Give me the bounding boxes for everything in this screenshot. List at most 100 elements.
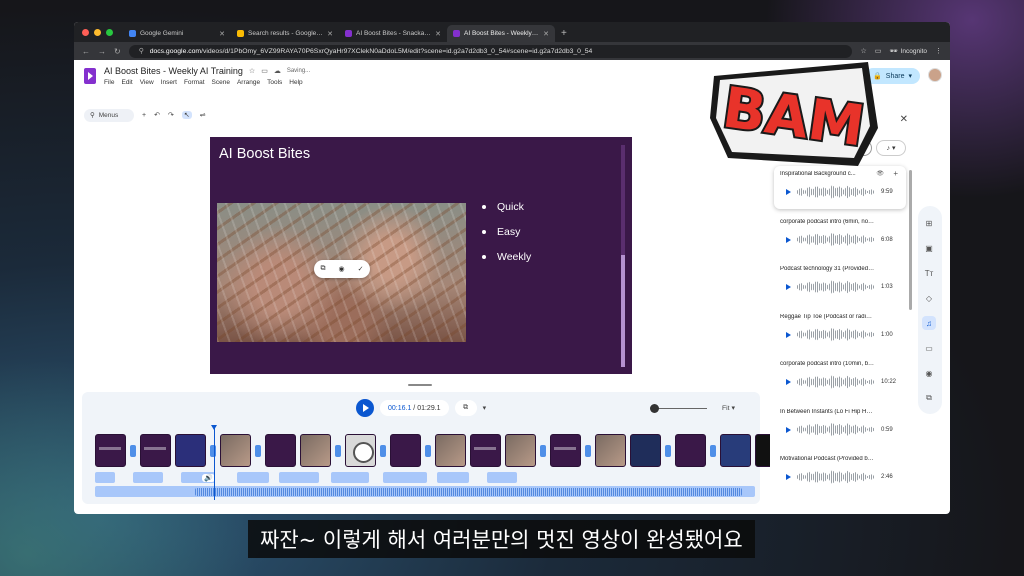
scene-thumbnail[interactable] (175, 434, 206, 467)
zoom-slider[interactable] (650, 404, 707, 413)
slide-canvas[interactable]: AI Boost Bites ⧉ ◉ ✓ Quick Easy Weekly (210, 137, 632, 374)
music-track-item[interactable]: In Between Instants (Lo Fi Hip Hop B... … (774, 403, 906, 447)
music-track-item[interactable]: Podcast technology 31 (Provided by ... 1… (774, 261, 906, 304)
transform-icon[interactable]: ⇌ (200, 111, 206, 119)
play-track-icon[interactable] (786, 426, 791, 433)
new-tab-icon[interactable]: + (561, 25, 567, 42)
record-icon[interactable]: ◉ (339, 265, 345, 273)
playhead[interactable] (211, 425, 217, 500)
site-info-icon[interactable]: ⚲ (139, 47, 144, 55)
menu-format[interactable]: Format (184, 79, 205, 86)
scene-thumbnail[interactable] (265, 434, 296, 467)
chevron-down-icon[interactable]: ▾ (908, 72, 912, 80)
play-track-icon[interactable] (786, 474, 791, 480)
scene-thumbnail[interactable] (390, 434, 421, 467)
scene-thumbnail[interactable] (345, 434, 376, 467)
transition-clip[interactable] (331, 472, 369, 483)
sidepanel-icon[interactable]: ▭ (875, 47, 882, 55)
play-track-icon[interactable] (786, 379, 791, 385)
close-tab-icon[interactable]: ✕ (435, 30, 441, 38)
preview-eye-icon[interactable]: 👁 (876, 170, 884, 177)
menu-edit[interactable]: Edit (121, 79, 132, 86)
music-library-icon[interactable]: ♫ (922, 316, 936, 330)
bookmark-star-icon[interactable]: ☆ (860, 47, 866, 55)
scene-thumbnail[interactable] (595, 434, 626, 467)
transition-clip[interactable] (95, 472, 115, 483)
transition-handle[interactable] (710, 445, 716, 457)
tab-google-drive[interactable]: Search results - Google Drive ✕ (231, 25, 339, 42)
avatar[interactable] (928, 68, 942, 82)
maximize-window-button[interactable] (106, 28, 113, 36)
split-icon[interactable]: ⧉ (454, 400, 477, 416)
tab-snackable[interactable]: AI Boost Bites - Snackable Tr ✕ (339, 25, 447, 42)
text-icon[interactable]: Tт (922, 266, 936, 280)
template-icon[interactable]: ⧉ (922, 391, 936, 405)
transition-handle[interactable] (130, 445, 136, 457)
slide-image[interactable]: ⧉ ◉ ✓ (217, 203, 466, 342)
scene-thumbnail[interactable] (550, 434, 581, 467)
transition-clip[interactable] (237, 472, 269, 483)
music-track-item[interactable]: corporate podcast intro (10min, bac... 1… (774, 356, 906, 399)
transition-handle[interactable] (380, 445, 386, 457)
close-window-button[interactable] (82, 28, 89, 36)
transition-clip[interactable] (437, 472, 469, 483)
scene-thumbnail[interactable] (675, 434, 706, 467)
menu-insert[interactable]: Insert (161, 79, 177, 86)
url-field[interactable]: ⚲ docs.google.com/videos/d/1PbOmy_6VZ99R… (128, 44, 853, 58)
chevron-down-icon[interactable]: ▾ (483, 404, 487, 412)
layout-icon[interactable]: ⊞ (922, 216, 936, 230)
slide-title[interactable]: AI Boost Bites (219, 146, 310, 162)
camera-icon[interactable]: ⧉ (321, 265, 326, 273)
browser-menu-icon[interactable]: ⋮ (935, 47, 942, 55)
transition-handle[interactable] (255, 445, 261, 457)
menu-arrange[interactable]: Arrange (237, 79, 260, 86)
panel-scrollbar[interactable] (909, 170, 912, 310)
undo-icon[interactable]: ↶ (154, 111, 160, 119)
volume-icon[interactable]: 🔊 (202, 474, 215, 482)
scene-thumbnail[interactable] (220, 434, 251, 467)
transition-handle[interactable] (210, 445, 216, 457)
scene-thumbnail[interactable] (95, 434, 126, 467)
record-icon[interactable]: ◉ (922, 366, 936, 380)
music-track-item[interactable]: corporate podcast intro (6min, no dr... … (774, 213, 906, 257)
media-icon[interactable]: ▣ (922, 241, 936, 255)
play-track-icon[interactable] (786, 189, 791, 195)
menu-file[interactable]: File (104, 79, 114, 86)
scene-thumbnail[interactable] (470, 434, 501, 467)
document-title[interactable]: AI Boost Bites - Weekly AI Training (104, 66, 243, 76)
vids-logo-icon[interactable] (84, 68, 96, 84)
menu-view[interactable]: View (140, 79, 154, 86)
select-cursor-icon[interactable]: ↖ (181, 111, 192, 119)
scene-thumbnail[interactable] (505, 434, 536, 467)
redo-icon[interactable]: ↷ (168, 111, 174, 119)
zoom-fit-dropdown[interactable]: Fit ▾ (722, 404, 735, 412)
close-icon[interactable]: ✕ (900, 114, 908, 125)
back-icon[interactable]: ← (82, 47, 90, 56)
transition-handle[interactable] (540, 445, 546, 457)
star-icon[interactable]: ☆ (249, 67, 255, 75)
transition-clip[interactable] (133, 472, 163, 483)
menu-help[interactable]: Help (289, 79, 302, 86)
close-tab-icon[interactable]: ✕ (219, 30, 225, 38)
zoom-slider-knob[interactable] (650, 404, 659, 413)
check-icon[interactable]: ✓ (358, 265, 364, 273)
transition-clip[interactable] (383, 472, 427, 483)
transition-clip[interactable] (279, 472, 319, 483)
scene-thumbnail[interactable] (300, 434, 331, 467)
music-track-item[interactable]: Motivational Podcast (Provided by S... 2… (774, 451, 906, 494)
play-track-icon[interactable] (786, 284, 791, 290)
minimize-window-button[interactable] (94, 28, 101, 36)
scene-thumbnail[interactable] (140, 434, 171, 467)
timeline-play-button[interactable] (356, 399, 374, 417)
transition-handle[interactable] (665, 445, 671, 457)
slide-bullet-list[interactable]: Quick Easy Weekly (482, 201, 531, 276)
play-track-icon[interactable] (786, 236, 791, 243)
add-icon[interactable]: + (142, 112, 146, 119)
transition-handle[interactable] (585, 445, 591, 457)
close-tab-icon[interactable]: ✕ (543, 30, 549, 38)
resize-handle[interactable] (408, 384, 432, 386)
menus-search[interactable]: ⚲ Menus (84, 108, 134, 122)
menu-scene[interactable]: Scene (212, 79, 230, 86)
tab-google-gemini[interactable]: Google Gemini ✕ (123, 25, 231, 42)
transition-handle[interactable] (335, 445, 341, 457)
